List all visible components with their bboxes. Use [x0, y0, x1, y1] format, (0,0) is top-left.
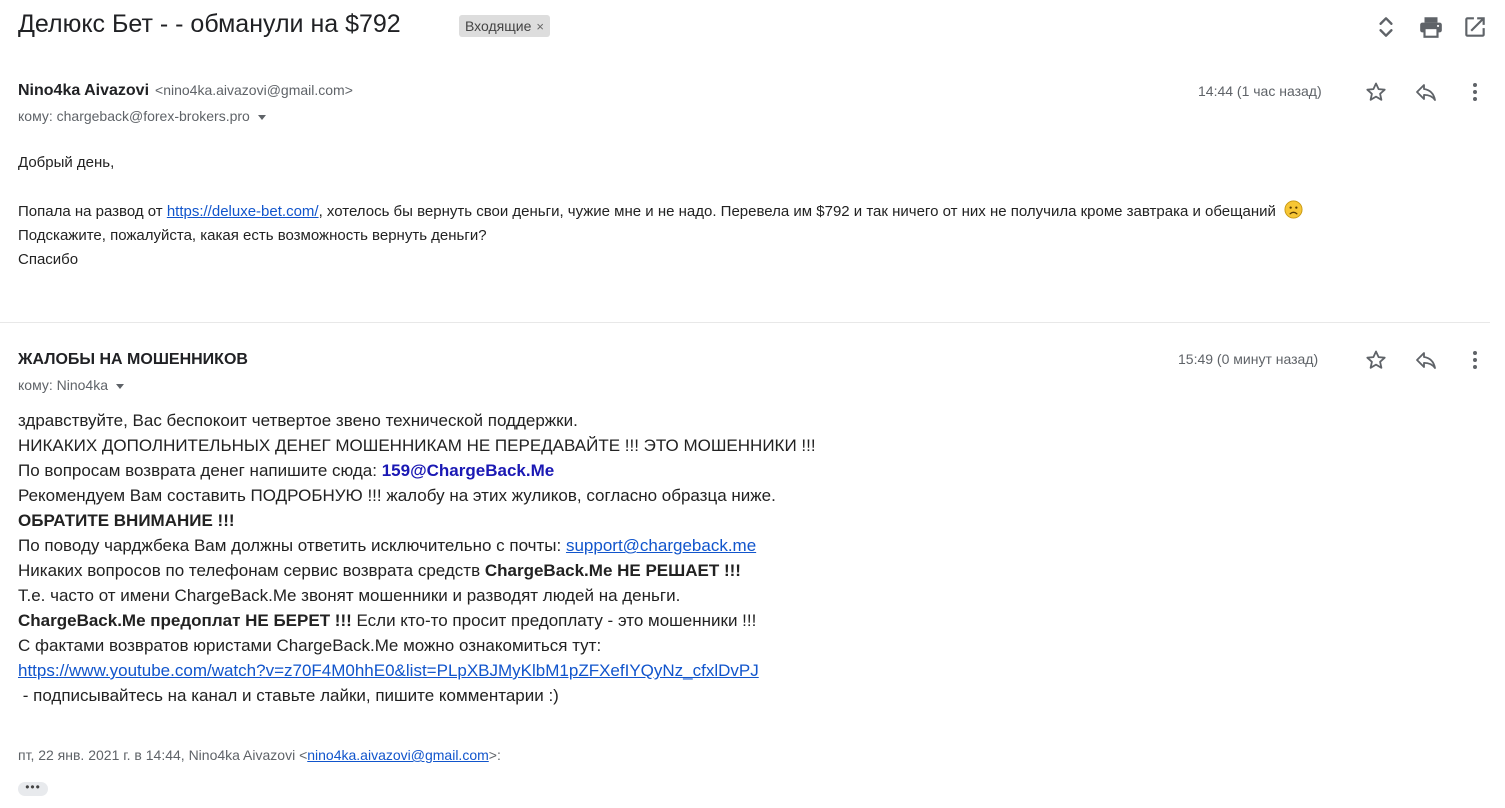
- message2-line: Рекомендуем Вам составить ПОДРОБНУЮ !!! …: [18, 486, 776, 505]
- message2-line: ОБРАТИТЕ ВНИМАНИЕ !!!: [18, 511, 235, 530]
- message1-sender-name[interactable]: Nino4ka Aivazovi: [18, 82, 149, 99]
- message1-line1: Попала на развод от https://deluxe-bet.c…: [18, 200, 1458, 224]
- message1-time: 14:44 (1 час назад): [1198, 83, 1322, 99]
- message2-bold-text: ChargeBack.Me предоплат НЕ БЕРЕТ !!!: [18, 611, 352, 630]
- message1-line1-suffix: , хотелось бы вернуть свои деньги, чужие…: [318, 203, 1276, 220]
- open-in-new-window-icon[interactable]: [1462, 14, 1488, 40]
- chargeback-email-link[interactable]: 159@ChargeBack.Me: [382, 461, 555, 480]
- more-vertical-icon[interactable]: [1463, 80, 1487, 104]
- message2-line-text: Если кто-то просит предоплату - это моше…: [351, 611, 757, 630]
- reply-icon[interactable]: [1414, 80, 1438, 104]
- message-divider: [0, 322, 1490, 323]
- inbox-label-text: Входящие: [465, 18, 532, 34]
- message1-line2: Подскажите, пожалуйста, какая есть возмо…: [18, 227, 487, 244]
- message2-line-text: По вопросам возврата денег напишите сюда…: [18, 461, 382, 480]
- reply-icon[interactable]: [1414, 348, 1438, 372]
- message2-bold-text: ChargeBack.Me НЕ РЕШАЕТ !!!: [484, 561, 741, 580]
- expand-collapse-icon[interactable]: [1373, 14, 1399, 40]
- recipients-dropdown-icon[interactable]: [257, 114, 266, 120]
- message2-line: Т.е. часто от имени ChargeBack.Me звонят…: [18, 586, 681, 605]
- email-subject: Делюкс Бет - - обманули на $792: [18, 10, 401, 38]
- message1-to-line: кому: chargeback@forex-brokers.pro: [18, 108, 250, 124]
- message1-line1-prefix: Попала на развод от: [18, 203, 167, 220]
- message1-recipients[interactable]: кому: chargeback@forex-brokers.pro: [18, 108, 266, 124]
- message2-to-line: кому: Nino4ka: [18, 377, 108, 393]
- message2-line: ChargeBack.Me предоплат НЕ БЕРЕТ !!! Есл…: [18, 608, 1318, 633]
- quoted-header-suffix: >:: [488, 747, 501, 763]
- message1-sender[interactable]: Nino4ka Aivazovi <nino4ka.aivazovi@gmail.…: [18, 82, 353, 100]
- show-trimmed-content-button[interactable]: •••: [18, 781, 48, 796]
- message2-sender-name[interactable]: ЖАЛОБЫ НА МОШЕННИКОВ: [18, 351, 248, 369]
- message2-line: НИКАКИХ ДОПОЛНИТЕЛЬНЫХ ДЕНЕГ МОШЕННИКАМ …: [18, 436, 816, 455]
- remove-label-button[interactable]: ×: [536, 19, 544, 34]
- support-email-link[interactable]: support@chargeback.me: [566, 536, 756, 555]
- message1-line3: Спасибо: [18, 251, 79, 268]
- message2-line-text: По поводу чарджбека Вам должны ответить …: [18, 536, 566, 555]
- print-icon[interactable]: [1418, 14, 1444, 40]
- message2-line: здравствуйте, Вас беспокоит четвертое зв…: [18, 411, 578, 430]
- message1-sender-email: <nino4ka.aivazovi@gmail.com>: [155, 82, 353, 98]
- quoted-email-link[interactable]: nino4ka.aivazovi@gmail.com: [307, 747, 489, 763]
- message2-line: С фактами возвратов юристами ChargeBack.…: [18, 636, 602, 655]
- star-icon[interactable]: [1364, 80, 1388, 104]
- deluxe-bet-link[interactable]: https://deluxe-bet.com/: [167, 203, 319, 220]
- message2-line: Никаких вопросов по телефонам сервис воз…: [18, 558, 1318, 583]
- sad-face-emoji-icon: [1284, 200, 1303, 219]
- recipients-dropdown-icon[interactable]: [116, 383, 124, 389]
- message2-line: По поводу чарджбека Вам должны ответить …: [18, 533, 1318, 558]
- message2-body: здравствуйте, Вас беспокоит четвертое зв…: [18, 408, 1318, 708]
- message2-line: По вопросам возврата денег напишите сюда…: [18, 458, 1318, 483]
- star-icon[interactable]: [1364, 348, 1388, 372]
- inbox-label-chip[interactable]: Входящие ×: [459, 15, 550, 37]
- quoted-header-text: пт, 22 янв. 2021 г. в 14:44, Nino4ka Aiv…: [18, 747, 308, 763]
- message2-line: https://www.youtube.com/watch?v=z70F4M0h…: [18, 658, 1318, 683]
- message2-line-text: Никаких вопросов по телефонам сервис воз…: [18, 561, 485, 580]
- message2-line: - подписывайтесь на канал и ставьте лайк…: [18, 686, 559, 705]
- message1-greeting: Добрый день,: [18, 154, 115, 171]
- quoted-header: пт, 22 янв. 2021 г. в 14:44, Nino4ka Aiv…: [18, 747, 501, 763]
- message2-recipients[interactable]: кому: Nino4ka: [18, 377, 124, 393]
- youtube-link[interactable]: https://www.youtube.com/watch?v=z70F4M0h…: [18, 661, 759, 680]
- more-vertical-icon[interactable]: [1463, 348, 1487, 372]
- message2-time: 15:49 (0 минут назад): [1178, 351, 1319, 367]
